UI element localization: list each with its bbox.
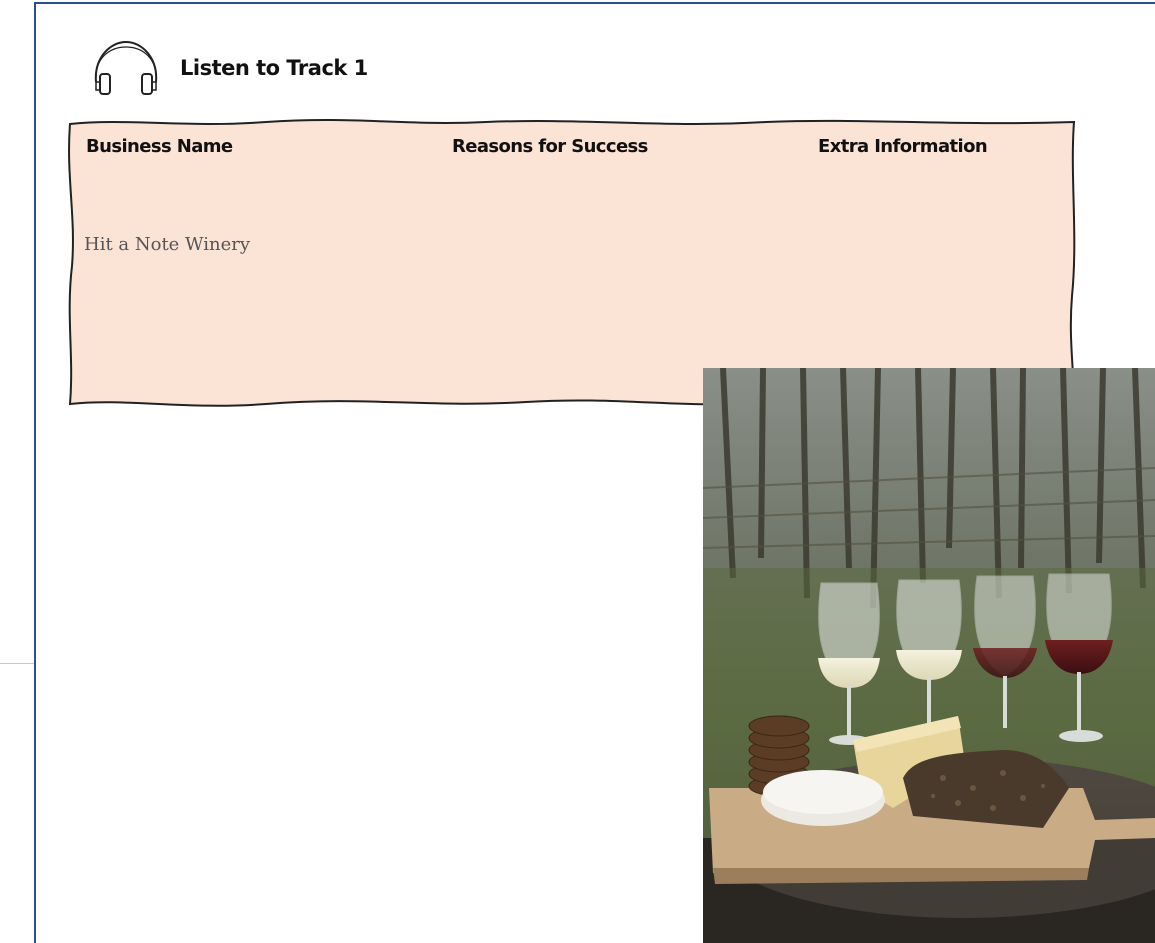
header-extra-information: Extra Information xyxy=(818,136,988,157)
cell-business-name[interactable]: Hit a Note Winery xyxy=(84,234,250,255)
header-reasons-for-success: Reasons for Success xyxy=(452,136,648,157)
track-title: Listen to Track 1 xyxy=(180,56,368,80)
header-business-name: Business Name xyxy=(86,136,233,157)
margin-divider xyxy=(0,663,34,664)
headphones-icon[interactable] xyxy=(88,38,164,102)
vineyard-wine-cheese-photo[interactable] xyxy=(703,368,1155,943)
